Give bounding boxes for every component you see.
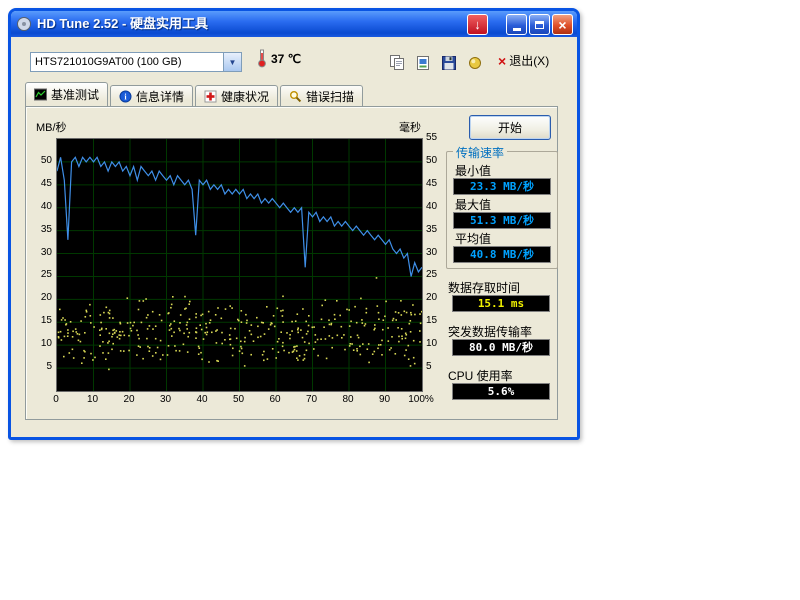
copy-image-icon — [414, 54, 432, 72]
y-axis-tick-right: 40 — [426, 201, 452, 212]
options-button[interactable] — [464, 52, 486, 74]
avg-value: 40.8 MB/秒 — [453, 246, 551, 263]
maximize-icon — [535, 21, 544, 29]
y-axis-tick-left: 40 — [26, 201, 52, 212]
exit-label: 退出(X) — [509, 52, 549, 69]
app-window: HD Tune 2.52 - 硬盘实用工具 ↓ × HTS721010G9AT0… — [8, 8, 580, 440]
window-title: HD Tune 2.52 - 硬盘实用工具 — [37, 11, 208, 37]
x-axis-tick: 100% — [406, 394, 436, 405]
transfer-rate-group-title: 传输速率 — [453, 144, 507, 161]
y-axis-tick-left: 15 — [26, 315, 52, 326]
x-axis-tick: 20 — [114, 394, 144, 405]
x-axis-tick: 70 — [297, 394, 327, 405]
tab-benchmark[interactable]: 基准测试 — [25, 82, 108, 106]
close-icon: × — [558, 18, 566, 32]
x-axis-tick: 30 — [151, 394, 181, 405]
y-axis-tick-right: 5 — [426, 361, 452, 372]
tab-label: 错误扫描 — [306, 88, 354, 105]
down-arrow-icon: ↓ — [474, 18, 481, 31]
y-axis-tick-right: 25 — [426, 269, 452, 280]
cpu-usage-value: 5.6% — [452, 383, 550, 400]
y-axis-tick-right: 45 — [426, 178, 452, 189]
transfer-rate-group: 传输速率 最小值 23.3 MB/秒 最大值 51.3 MB/秒 平均值 40.… — [446, 151, 558, 269]
y-axis-tick-right: 15 — [426, 315, 452, 326]
maximize-button[interactable] — [529, 14, 550, 35]
y-axis-tick-right: 10 — [426, 338, 452, 349]
y-axis-tick-left: 25 — [26, 269, 52, 280]
exit-button[interactable]: × 退出(X) — [498, 52, 549, 69]
chevron-down-icon[interactable]: ▼ — [223, 53, 241, 71]
x-axis-tick: 90 — [370, 394, 400, 405]
burst-rate-label: 突发数据传输率 — [448, 323, 532, 340]
y-axis-tick-left: 30 — [26, 247, 52, 258]
tab-label: 健康状况 — [221, 88, 269, 105]
benchmark-chart — [56, 138, 423, 392]
x-axis-tick: 50 — [224, 394, 254, 405]
x-axis-tick: 60 — [260, 394, 290, 405]
y-axis-tick-left: 10 — [26, 338, 52, 349]
copy-text-button[interactable] — [386, 52, 408, 74]
y-axis-tick-left: 20 — [26, 292, 52, 303]
y-axis-tick-left: 35 — [26, 224, 52, 235]
minimize-icon — [513, 28, 521, 31]
download-arrow-button[interactable]: ↓ — [467, 14, 488, 35]
benchmark-icon — [34, 88, 47, 101]
x-axis-tick: 10 — [78, 394, 108, 405]
health-cross-icon — [204, 90, 217, 103]
exit-x-icon: × — [498, 54, 506, 68]
client-area: HTS721010G9AT00 (100 GB) ▼ 37 ℃ — [11, 37, 577, 437]
tab-health[interactable]: 健康状况 — [195, 85, 278, 106]
left-axis-label: MB/秒 — [36, 119, 67, 135]
thermometer-icon — [257, 49, 267, 68]
tab-label: 基准测试 — [51, 86, 99, 103]
x-axis-tick: 0 — [41, 394, 71, 405]
save-image-icon — [440, 54, 458, 72]
avg-label: 平均值 — [455, 230, 491, 247]
start-button[interactable]: 开始 — [469, 115, 551, 140]
min-label: 最小值 — [455, 162, 491, 179]
x-axis-tick: 80 — [333, 394, 363, 405]
benchmark-panel: MB/秒 毫秒 开始 传输速率 最小值 23.3 MB/秒 最大值 51.3 M… — [25, 106, 558, 420]
drive-select[interactable]: HTS721010G9AT00 (100 GB) ▼ — [30, 52, 242, 72]
save-image-button[interactable] — [438, 52, 460, 74]
access-time-value: 15.1 ms — [452, 295, 550, 312]
copy-text-icon — [388, 54, 406, 72]
minimize-button[interactable] — [506, 14, 527, 35]
burst-rate-value: 80.0 MB/秒 — [452, 339, 550, 356]
options-icon — [466, 54, 484, 72]
error-scan-magnifier-icon — [289, 90, 302, 103]
y-axis-tick-right: 20 — [426, 292, 452, 303]
y-axis-tick-right: 50 — [426, 155, 452, 166]
y-axis-tick-right: 35 — [426, 224, 452, 235]
titlebar-buttons: ↓ × — [467, 14, 573, 35]
tab-error-scan[interactable]: 错误扫描 — [280, 85, 363, 106]
copy-image-button[interactable] — [412, 52, 434, 74]
temperature-indicator: 37 ℃ — [257, 49, 301, 68]
x-axis-tick: 40 — [187, 394, 217, 405]
y-axis-tick-right: 30 — [426, 247, 452, 258]
temperature-value: 37 ℃ — [271, 52, 301, 66]
close-button[interactable]: × — [552, 14, 573, 35]
y-axis-tick-left: 45 — [26, 178, 52, 189]
titlebar[interactable]: HD Tune 2.52 - 硬盘实用工具 ↓ × — [11, 11, 577, 37]
y-axis-tick-left: 50 — [26, 155, 52, 166]
toolbar — [386, 52, 486, 74]
tab-strip: 基准测试 i 信息详情 — [25, 83, 365, 106]
max-label: 最大值 — [455, 196, 491, 213]
max-value: 51.3 MB/秒 — [453, 212, 551, 229]
cpu-usage-label: CPU 使用率 — [448, 367, 513, 384]
drive-select-value: HTS721010G9AT00 (100 GB) — [31, 53, 223, 71]
info-icon: i — [119, 90, 132, 103]
tab-info[interactable]: i 信息详情 — [110, 85, 193, 106]
access-time-label: 数据存取时间 — [448, 279, 520, 296]
y-axis-tick-right: 55 — [426, 132, 452, 143]
y-axis-tick-left: 5 — [26, 361, 52, 372]
tab-label: 信息详情 — [136, 88, 184, 105]
app-icon — [16, 16, 32, 32]
right-axis-label: 毫秒 — [371, 119, 421, 135]
min-value: 23.3 MB/秒 — [453, 178, 551, 195]
